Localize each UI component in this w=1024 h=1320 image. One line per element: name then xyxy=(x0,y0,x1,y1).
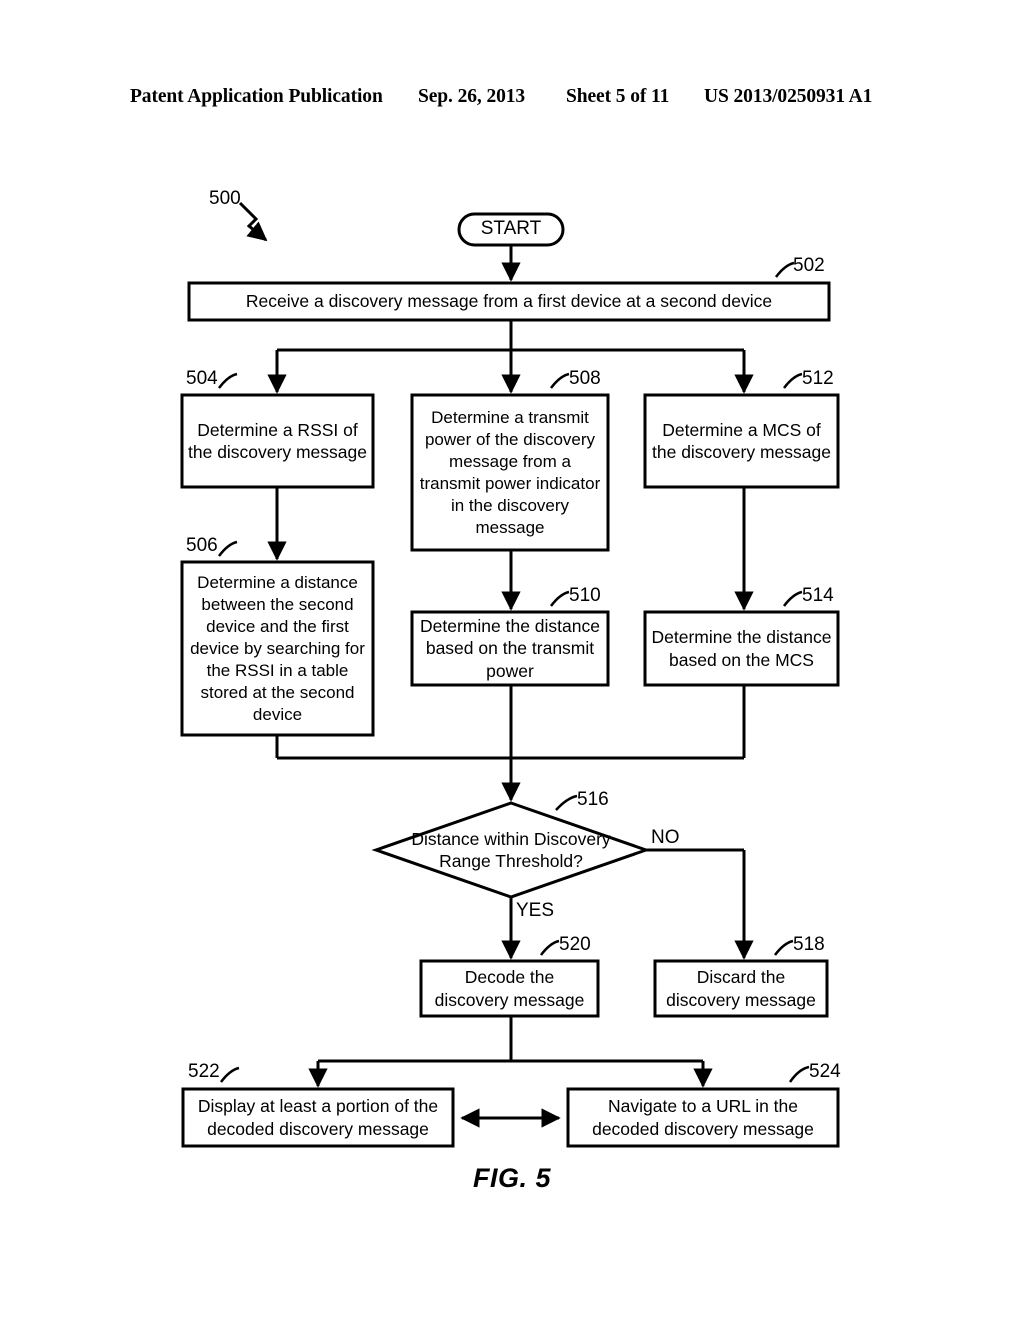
ref-label-512: 512 xyxy=(802,368,834,389)
ref-label-502: 502 xyxy=(793,255,825,276)
process-510-determine-distance-from-transmit-power: Determine the distance based on the tran… xyxy=(420,615,600,681)
decision-516-distance-within-threshold: Distance within Discovery Range Threshol… xyxy=(411,828,611,872)
process-524-navigate-to-url: Navigate to a URL in the decoded discove… xyxy=(592,1096,814,1139)
process-520-decode-discovery-message: Decode the discovery message xyxy=(434,967,585,1010)
process-514-determine-distance-from-mcs: Determine the distance based on the MCS xyxy=(651,627,832,670)
ref-label-500: 500 xyxy=(209,188,241,209)
process-518-discard-discovery-message: Discard the discovery message xyxy=(666,967,816,1010)
process-502-receive-discovery-message: Receive a discovery message from a first… xyxy=(245,291,773,312)
ref-label-514: 514 xyxy=(802,585,834,606)
ref-label-504: 504 xyxy=(186,368,218,389)
branch-label-yes: YES xyxy=(516,900,555,921)
ref-label-524: 524 xyxy=(809,1061,841,1082)
process-508-determine-transmit-power: Determine a transmit power of the discov… xyxy=(419,407,601,537)
process-504-determine-rssi: Determine a RSSI of the discovery messag… xyxy=(188,419,367,463)
ref-label-518: 518 xyxy=(793,934,825,955)
process-522-display-decoded-message: Display at least a portion of the decode… xyxy=(197,1096,439,1139)
ref-label-516: 516 xyxy=(577,789,609,810)
ref-label-508: 508 xyxy=(569,368,601,389)
ref-label-506: 506 xyxy=(186,535,218,556)
ref-label-510: 510 xyxy=(569,585,601,606)
ref-label-522: 522 xyxy=(188,1061,220,1082)
branch-label-no: NO xyxy=(651,827,680,848)
ref-label-520: 520 xyxy=(559,934,591,955)
figure-caption: FIG. 5 xyxy=(472,1163,551,1193)
process-506-determine-distance-from-rssi-table: Determine a distance between the second … xyxy=(190,572,365,724)
start-terminator: START xyxy=(480,218,542,240)
process-512-determine-mcs: Determine a MCS of the discovery message xyxy=(652,419,831,463)
flowchart-figure: 500 502 504 506 508 510 512 514 516 518 … xyxy=(0,0,1024,1320)
